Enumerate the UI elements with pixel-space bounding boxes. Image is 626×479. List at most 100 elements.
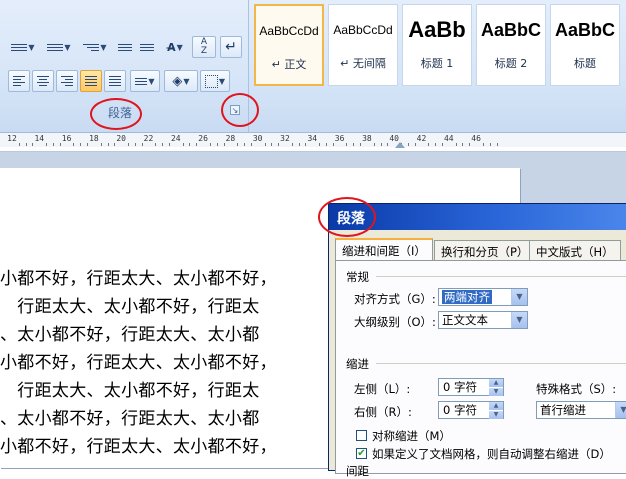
ruler-tick-label: 46	[471, 134, 481, 143]
borders-button[interactable]: ▼	[200, 70, 230, 92]
distributed-icon	[109, 76, 121, 86]
style-no-spacing[interactable]: AaBbCcDd ↵ 无间隔	[328, 4, 398, 86]
outline-level-select[interactable]: 正文文本 ▼	[438, 311, 528, 329]
section-general-heading: 常规	[346, 270, 369, 284]
ruler-tick-mark	[18, 143, 20, 146]
justify-button[interactable]	[80, 70, 102, 92]
ruler-tick-mark	[168, 143, 170, 146]
sort-button[interactable]: AZ	[192, 36, 216, 58]
spin-up-icon[interactable]: ▲	[489, 379, 503, 388]
ruler-tick-mark	[380, 143, 382, 146]
ruler-tick-label: 24	[170, 134, 181, 143]
ruler-tick-mark	[100, 143, 102, 146]
spin-up-icon[interactable]: ▲	[489, 402, 503, 411]
tab-line-page-breaks[interactable]: 换行和分页（P）	[434, 240, 536, 260]
document-line: 小都不好，行距太大、太小都不好，	[0, 269, 277, 289]
decrease-indent-icon	[118, 43, 132, 51]
ruler-tick-mark	[155, 143, 157, 146]
distributed-button[interactable]	[104, 70, 126, 92]
multilevel-list-button[interactable]: ▼	[78, 36, 112, 58]
ruler-tick-mark	[25, 143, 27, 146]
ruler-tick-mark	[278, 143, 280, 146]
ruler-tick-mark	[291, 143, 293, 146]
decrease-indent-button[interactable]	[114, 36, 136, 58]
ruler-tick-label: 20	[116, 134, 126, 143]
mirror-indent-checkbox[interactable]	[356, 430, 367, 441]
line-spacing-button[interactable]: ▼	[130, 70, 160, 92]
special-indent-select[interactable]: 首行缩进 ▼	[536, 401, 626, 419]
ruler-tick-mark	[441, 143, 443, 146]
ruler-tick-mark	[407, 143, 409, 146]
dialog-panel: 常规 对齐方式（G）: 两端对齐 ▼ 大纲级别（O）: 正文文本 ▼ 缩进 左侧…	[335, 260, 626, 478]
style-name: 标题 1	[420, 57, 454, 70]
bullets-button[interactable]: ▼	[6, 36, 40, 58]
ruler-tick-mark	[319, 143, 321, 146]
ruler-tick-mark	[209, 143, 211, 146]
style-sample: AaBbCcDd	[259, 24, 319, 38]
section-spacing-heading: 间距	[346, 464, 369, 478]
style-normal[interactable]: AaBbCcDd ↵ 正文	[254, 4, 324, 86]
alignment-select[interactable]: 两端对齐 ▼	[438, 288, 528, 306]
align-center-icon	[37, 76, 49, 86]
section-divider	[376, 276, 626, 277]
spin-down-icon[interactable]: ▼	[489, 411, 503, 420]
ruler-tick-mark	[250, 143, 252, 146]
chinese-layout-button[interactable]: A̶ ▼	[160, 36, 190, 58]
left-indent-spinner[interactable]: 0 字符 ▲ ▼	[438, 378, 504, 397]
ruler-tick-label: 26	[198, 134, 208, 143]
ruler-tick-mark	[360, 143, 362, 146]
document-line: 、太小都不好，行距太大、太小都	[0, 409, 260, 429]
ruler-tick-mark	[237, 143, 239, 146]
ruler-tick-label: 42	[416, 134, 427, 143]
ruler-tick-mark	[59, 143, 61, 146]
align-right-icon	[61, 76, 73, 86]
chevron-down-icon: ▼	[218, 76, 226, 86]
align-center-button[interactable]	[32, 70, 54, 92]
increase-indent-button[interactable]	[136, 36, 158, 58]
ruler-tick-label: 12	[7, 134, 17, 143]
spin-down-icon[interactable]: ▼	[489, 388, 503, 397]
style-sample: AaBbC	[480, 20, 541, 40]
ruler-tick-mark	[196, 143, 198, 146]
left-indent-value: 0 字符	[443, 380, 477, 394]
ruler-tick-mark	[496, 143, 498, 146]
document-line: 小都不好，行距太大、太小都不好，	[0, 353, 277, 373]
ruler-tick-mark	[223, 143, 225, 146]
ruler-tick-mark	[114, 143, 116, 146]
ruler-tick-mark	[428, 143, 430, 146]
numbering-button[interactable]: ▼	[42, 36, 76, 58]
increase-indent-icon	[140, 43, 154, 51]
ruler-tick-mark	[414, 143, 416, 146]
shading-button[interactable]: ◈ ▼	[164, 70, 198, 92]
outline-level-label: 大纲级别（O）:	[354, 315, 436, 329]
ruler-tick-label: 38	[362, 134, 372, 143]
ruler-tick-mark	[189, 143, 191, 146]
indent-marker[interactable]	[395, 142, 405, 148]
horizontal-ruler[interactable]: 12 14 16 18 20 22 24 26 28 30 32 34 36 38 40 42 44 46	[0, 133, 626, 152]
style-heading-1[interactable]: AaBb 标题 1	[402, 4, 472, 86]
alignment-value: 两端对齐	[442, 290, 492, 304]
show-marks-button[interactable]: ↵	[220, 36, 242, 58]
align-left-button[interactable]	[8, 70, 30, 92]
alignment-label: 对齐方式（G）:	[354, 292, 436, 306]
tab-asian-typography[interactable]: 中文版式（H）	[529, 240, 621, 260]
ruler-tick-mark	[353, 143, 355, 146]
paint-bucket-icon: ◈	[172, 73, 183, 89]
chevron-down-icon: ▼	[148, 76, 155, 86]
ruler-tick-mark	[264, 143, 266, 146]
right-indent-spinner[interactable]: 0 字符 ▲ ▼	[438, 401, 504, 420]
style-title[interactable]: AaBbC 标题	[550, 4, 620, 86]
paragraph-dialog: 段落 缩进和间距（I） 换行和分页（P） 中文版式（H） 常规 对齐方式（G）:…	[328, 203, 626, 478]
ruler-tick-label: 14	[34, 134, 45, 143]
style-sample: AaBbC	[554, 20, 615, 40]
ruler-tick-mark	[462, 143, 464, 146]
mirror-indent-label: 对称缩进（M）	[372, 429, 451, 443]
ruler-tick-mark	[141, 143, 143, 146]
align-right-button[interactable]	[56, 70, 78, 92]
ruler-tick-label: 32	[280, 134, 290, 143]
style-heading-2[interactable]: AaBbC 标题 2	[476, 4, 546, 86]
chevron-down-icon: ▼	[176, 42, 183, 52]
tab-indents-spacing[interactable]: 缩进和间距（I）	[335, 238, 433, 261]
grid-adjust-checkbox[interactable]: ✔	[356, 448, 367, 459]
right-indent-value: 0 字符	[443, 403, 477, 417]
